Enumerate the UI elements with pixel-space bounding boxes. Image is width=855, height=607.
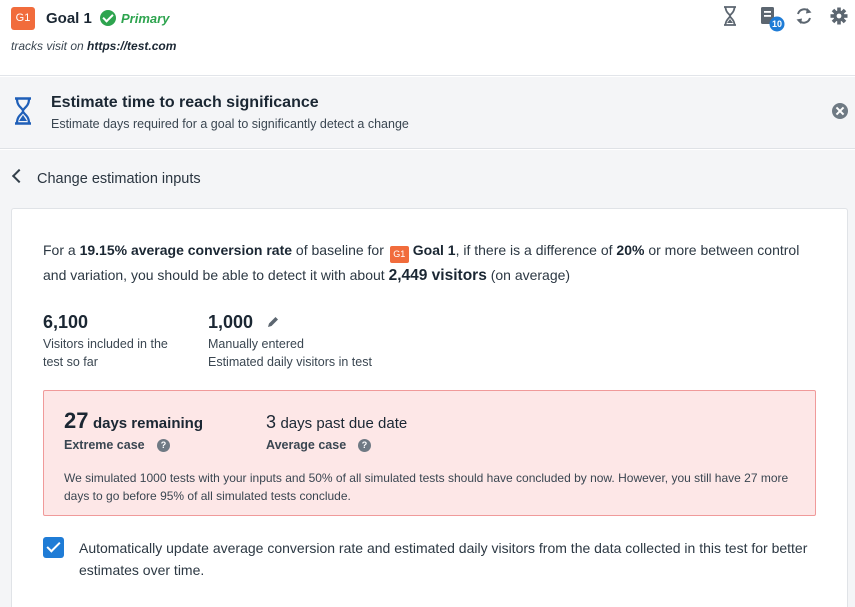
summary-text-3: , if there is a difference of	[455, 242, 617, 258]
goal-name: Goal 1	[46, 10, 92, 27]
close-icon[interactable]	[832, 103, 848, 119]
days-past-number: 3	[266, 412, 277, 432]
primary-check-icon	[100, 10, 116, 26]
visitors-included-label-1: Visitors included in the	[43, 337, 168, 351]
goal-badge-inline: G1	[389, 246, 409, 263]
conversion-rate: 19.15% average conversion rate	[79, 242, 293, 258]
tracks-url: https://test.com	[87, 39, 177, 53]
days-past-text: days past due date	[280, 415, 408, 432]
hourglass-icon	[15, 97, 31, 125]
goal-badge: G1	[11, 7, 35, 30]
chevron-left-icon	[11, 168, 27, 184]
estimation-summary: For a 19.15% average conversion rate of …	[43, 238, 823, 289]
help-icon[interactable]: ?	[358, 439, 371, 452]
days-remaining: 27 days remaining	[64, 408, 203, 434]
visitors-included-value: 6,100	[43, 312, 89, 332]
extreme-case-label: Extreme case	[64, 438, 145, 452]
pencil-icon[interactable]	[266, 315, 280, 329]
hourglass-icon[interactable]	[723, 6, 737, 26]
visitors-estimate: 2,449 visitors	[388, 267, 487, 284]
tracks-description: tracks visit on https://test.com	[11, 39, 176, 53]
refresh-icon[interactable]	[795, 6, 813, 26]
days-past-due: 3 days past due date	[266, 412, 407, 433]
daily-visitors-value: 1,000	[208, 312, 254, 332]
change-inputs-link[interactable]: Change estimation inputs	[37, 171, 201, 187]
difference-value: 20%	[616, 242, 645, 258]
goal-name-inline: Goal 1	[412, 242, 456, 258]
help-icon[interactable]: ?	[157, 439, 170, 452]
summary-text-1: For a	[43, 242, 80, 258]
summary-text-5: (on average)	[486, 267, 571, 283]
days-remaining-text: days remaining	[92, 415, 203, 432]
estimate-subtitle: Estimate days required for a goal to sig…	[51, 117, 409, 131]
primary-label: Primary	[121, 11, 170, 26]
estimate-title: Estimate time to reach significance	[51, 94, 319, 111]
visitors-included-label-2: test so far	[43, 355, 98, 369]
daily-visitors-label-1: Manually entered	[208, 337, 304, 351]
summary-text-2: of baseline for	[292, 242, 388, 258]
auto-update-checkbox[interactable]	[43, 537, 64, 558]
average-case-label: Average case	[266, 438, 347, 452]
gear-icon[interactable]	[830, 6, 848, 26]
days-remaining-number: 27	[64, 408, 89, 433]
estimate-panel-header: Estimate time to reach significance Esti…	[0, 77, 855, 149]
tracks-prefix: tracks visit on	[11, 39, 88, 53]
daily-visitors-label-2: Estimated daily visitors in test	[208, 355, 372, 369]
back-row[interactable]: Change estimation inputs	[0, 150, 855, 208]
auto-update-label[interactable]: Automatically update average conversion …	[79, 537, 819, 581]
notification-count: 10	[771, 19, 782, 29]
document-icon[interactable]: 10	[760, 6, 786, 32]
goal-header: G1 Goal 1 Primary tracks visit on https:…	[0, 0, 855, 76]
simulation-explanation: We simulated 1000 tests with your inputs…	[64, 471, 789, 503]
overdue-alert: 27 days remaining Extreme case ? 3 days …	[43, 390, 816, 516]
